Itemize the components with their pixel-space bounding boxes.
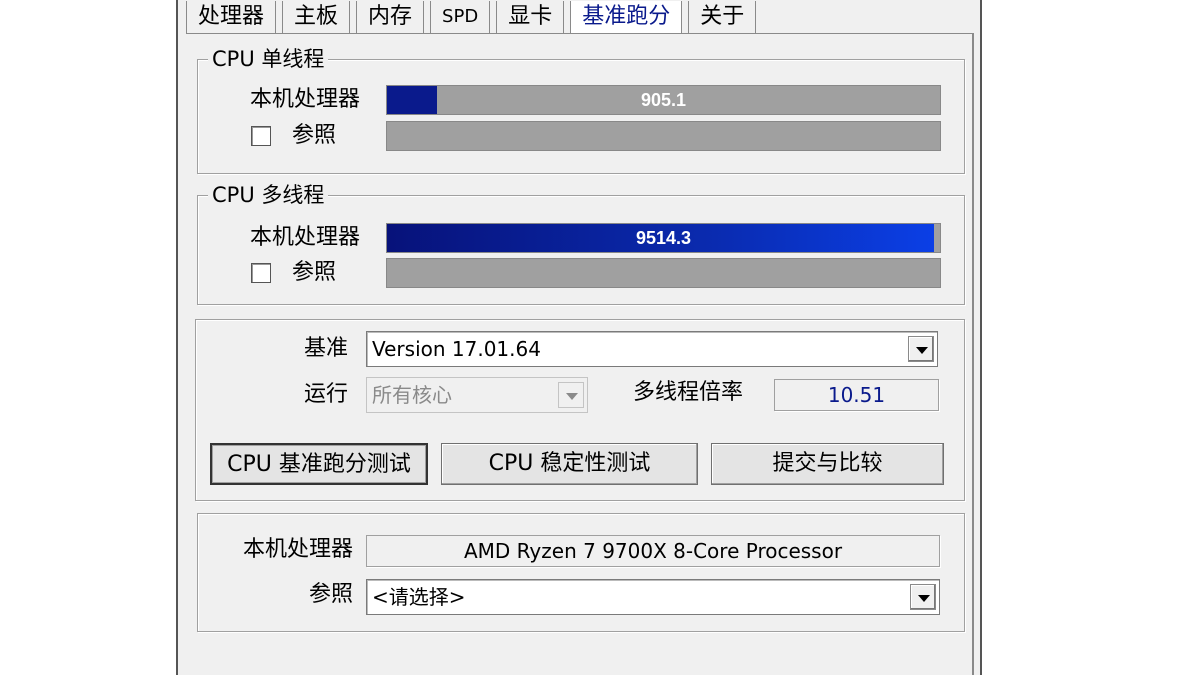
- single-thread-group: CPU 单线程 本机处理器 905.1 参照: [197, 45, 965, 174]
- info-reference-label: 参照: [308, 582, 353, 607]
- multi-reference-checkbox[interactable]: [251, 263, 271, 283]
- bench-settings-group: 基准 Version 17.01.64 运行 所有核心 多线程倍率 10.51 …: [195, 319, 965, 501]
- run-mode-label: 运行: [303, 382, 348, 407]
- reference-cpu-value: <请选择>: [372, 585, 466, 609]
- submit-compare-button[interactable]: 提交与比较: [711, 443, 944, 485]
- chevron-down-icon: [916, 347, 928, 354]
- tab-memory[interactable]: 内存: [356, 1, 425, 34]
- multi-reference-label: 参照: [292, 260, 337, 285]
- multi-thread-legend: CPU 多线程: [208, 181, 329, 209]
- run-mode-select: 所有核心: [366, 377, 588, 413]
- benchmark-version-value: Version 17.01.64: [372, 337, 541, 361]
- multithread-ratio-label: 多线程倍率: [633, 380, 744, 405]
- cpu-bench-button[interactable]: CPU 基准跑分测试: [210, 443, 428, 485]
- multi-this-cpu-label: 本机处理器: [250, 225, 361, 250]
- reference-cpu-dropdown-button[interactable]: [910, 584, 936, 610]
- benchmark-version-select[interactable]: Version 17.01.64: [366, 331, 938, 367]
- single-thread-legend: CPU 单线程: [208, 45, 329, 73]
- single-thread-score: 905.1: [640, 90, 687, 110]
- single-reference-bar: [386, 121, 941, 151]
- tab-about[interactable]: 关于: [688, 1, 757, 34]
- single-this-cpu-label: 本机处理器: [250, 87, 361, 112]
- chevron-down-icon: [566, 393, 578, 400]
- multi-thread-group: CPU 多线程 本机处理器 9514.3 参照: [197, 181, 965, 305]
- chevron-down-icon: [918, 595, 930, 602]
- tab-bench[interactable]: 基准跑分: [570, 1, 683, 34]
- processor-info-group: 本机处理器 AMD Ryzen 7 9700X 8-Core Processor…: [197, 513, 965, 632]
- reference-cpu-select[interactable]: <请选择>: [366, 579, 940, 615]
- multi-reference-bar: [386, 258, 941, 288]
- info-this-cpu-value: AMD Ryzen 7 9700X 8-Core Processor: [366, 535, 940, 567]
- run-mode-dropdown-button: [558, 382, 584, 408]
- single-reference-label: 参照: [292, 123, 337, 148]
- multi-thread-score: 9514.3: [635, 228, 692, 248]
- tab-spd[interactable]: SPD: [430, 1, 491, 34]
- bench-panel: CPU 单线程 本机处理器 905.1 参照 CPU 多线程 本机处理器 951…: [186, 33, 974, 675]
- tab-graphics[interactable]: 显卡: [496, 1, 565, 34]
- multithread-ratio-value: 10.51: [774, 379, 939, 411]
- benchmark-version-dropdown-button[interactable]: [908, 336, 934, 362]
- tab-cpu[interactable]: 处理器: [186, 1, 277, 34]
- cpu-stress-button[interactable]: CPU 稳定性测试: [441, 443, 698, 485]
- cpuz-window: 处理器 主板 内存 SPD 显卡 基准跑分 关于 CPU 单线程 本机处理器 9…: [176, 0, 982, 675]
- tab-bar: 处理器 主板 内存 SPD 显卡 基准跑分 关于: [186, 0, 762, 34]
- info-this-cpu-label: 本机处理器: [242, 537, 353, 562]
- single-thread-bar: 905.1: [386, 85, 941, 115]
- run-mode-value: 所有核心: [372, 383, 452, 407]
- single-reference-checkbox[interactable]: [251, 126, 271, 146]
- tab-mainboard[interactable]: 主板: [282, 1, 351, 34]
- multi-thread-bar: 9514.3: [386, 223, 941, 253]
- benchmark-version-label: 基准: [303, 336, 348, 361]
